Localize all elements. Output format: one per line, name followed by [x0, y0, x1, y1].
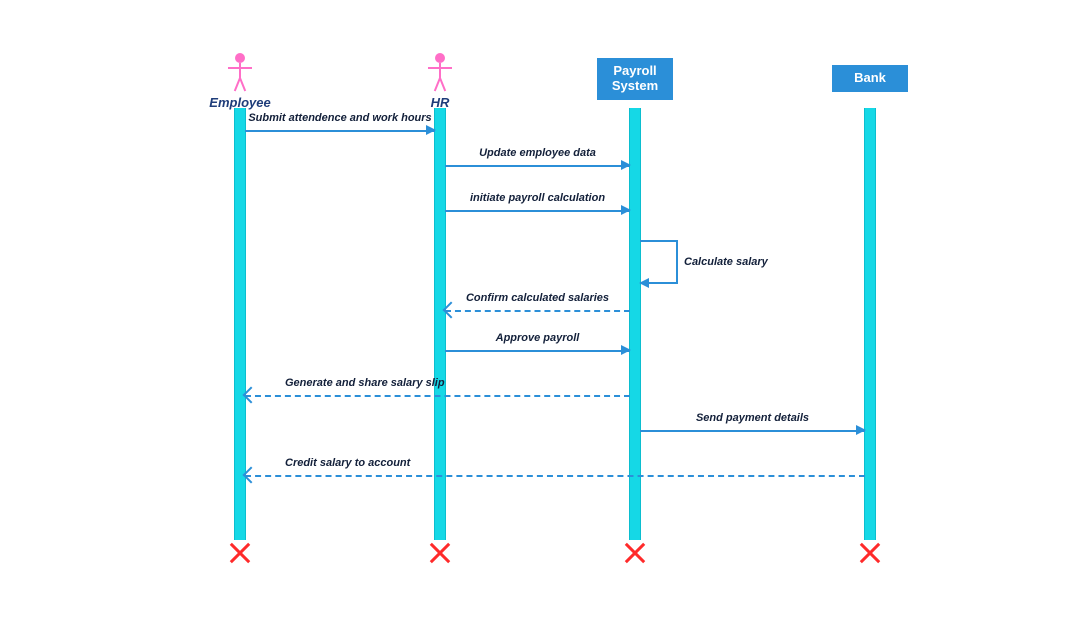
msg-label: Update employee data: [479, 147, 596, 159]
msg-label: initiate payroll calculation: [470, 192, 605, 204]
terminator-bank: [858, 541, 882, 565]
msg-label: Submit attendence and work hours: [248, 112, 431, 124]
actor-figure-hr: [425, 53, 455, 95]
lifeline-bank: [864, 108, 876, 540]
sequence-diagram: Employee HR PayrollSystem Bank Submit at…: [0, 0, 1080, 621]
participant-label-payroll: PayrollSystem: [612, 63, 658, 93]
participant-label-bank: Bank: [854, 70, 886, 85]
participant-box-payroll: PayrollSystem: [597, 58, 673, 100]
msg-label: Confirm calculated salaries: [466, 292, 609, 304]
terminator-hr: [428, 541, 452, 565]
msg-calculate-salary: Calculate salary: [640, 240, 678, 284]
terminator-payroll: [623, 541, 647, 565]
terminator-employee: [228, 541, 252, 565]
msg-label: Credit salary to account: [285, 457, 410, 469]
actor-figure-employee: [225, 53, 255, 95]
msg-label: Send payment details: [696, 412, 809, 424]
msg-label: Approve payroll: [496, 332, 580, 344]
msg-label: Calculate salary: [684, 256, 768, 268]
msg-label: Generate and share salary slip: [285, 377, 445, 389]
participant-box-bank: Bank: [832, 65, 908, 92]
